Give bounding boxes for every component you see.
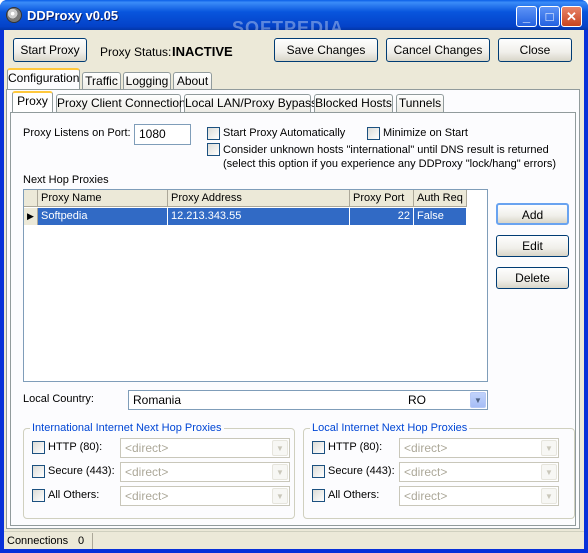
chevron-down-icon[interactable]: ▼ — [470, 392, 486, 408]
title-bar[interactable]: DDProxy v0.05 SOFTPEDIA _ □ ✕ — [0, 0, 588, 38]
local-others-label: All Others: — [328, 489, 380, 501]
proxy-status-label: Proxy Status: — [100, 45, 172, 59]
tab-about[interactable]: About — [173, 72, 212, 90]
tab-proxy-client-connections[interactable]: Proxy Client Connections — [56, 94, 192, 112]
chevron-down-icon[interactable]: ▼ — [272, 464, 288, 480]
intl-http-checkbox[interactable] — [32, 441, 45, 454]
local-http-select[interactable]: <direct> ▼ — [399, 438, 559, 458]
status-divider — [92, 533, 93, 549]
window-title: DDProxy v0.05 — [27, 8, 119, 23]
local-http-value: <direct> — [404, 441, 448, 455]
port-input[interactable]: 1080 — [134, 124, 191, 145]
local-secure-label: Secure (443): — [328, 465, 395, 477]
local-others-value: <direct> — [404, 489, 448, 503]
consider-note: (select this option if you experience an… — [223, 158, 557, 170]
grid-header-port[interactable]: Proxy Port — [350, 190, 414, 207]
grid-corner — [24, 190, 38, 207]
maximize-button[interactable]: □ — [539, 6, 560, 27]
grid-header-auth[interactable]: Auth Req — [414, 190, 467, 207]
local-others-select[interactable]: <direct> ▼ — [399, 486, 559, 506]
grid-cell-address[interactable]: 12.213.343.55 — [168, 208, 350, 225]
intl-others-value: <direct> — [125, 489, 169, 503]
connections-label: Connections — [7, 535, 69, 547]
grid-cell-name[interactable]: Softpedia — [38, 208, 168, 225]
local-secure-value: <direct> — [404, 465, 448, 479]
local-http-checkbox[interactable] — [312, 441, 325, 454]
edit-button[interactable]: Edit — [496, 235, 569, 257]
minimize-start-label: Minimize on Start — [383, 127, 468, 139]
country-select[interactable]: Romania RO ▼ — [128, 390, 488, 410]
next-hop-grid[interactable]: Proxy Name Proxy Address Proxy Port Auth… — [23, 189, 488, 382]
intl-group: International Internet Next Hop Proxies … — [23, 422, 295, 519]
proxy-status-value: INACTIVE — [172, 44, 233, 59]
local-group-title: Local Internet Next Hop Proxies — [310, 422, 470, 434]
consider-unknown-label: Consider unknown hosts "international" u… — [223, 144, 549, 156]
intl-http-label: HTTP (80): — [48, 441, 103, 453]
close-button[interactable]: Close — [498, 38, 572, 62]
grid-cell-port[interactable]: 22 — [350, 208, 414, 225]
intl-secure-value: <direct> — [125, 465, 169, 479]
tab-tunnels[interactable]: Tunnels — [396, 94, 444, 112]
minimize-start-checkbox[interactable] — [367, 127, 380, 140]
client-area: Start Proxy Proxy Status: INACTIVE Save … — [4, 30, 584, 549]
local-group: Local Internet Next Hop Proxies HTTP (80… — [303, 422, 575, 519]
minimize-button[interactable]: _ — [516, 6, 537, 27]
intl-others-label: All Others: — [48, 489, 100, 501]
tab-configuration[interactable]: Configuration — [7, 68, 80, 89]
row-selector-icon[interactable]: ▶ — [24, 208, 38, 225]
local-secure-checkbox[interactable] — [312, 465, 325, 478]
next-hop-label: Next Hop Proxies — [23, 174, 109, 186]
chevron-down-icon[interactable]: ▼ — [272, 440, 288, 456]
tab-logging[interactable]: Logging — [123, 72, 171, 90]
grid-cell-auth[interactable]: False — [414, 208, 467, 225]
intl-secure-checkbox[interactable] — [32, 465, 45, 478]
save-changes-button[interactable]: Save Changes — [274, 38, 378, 62]
grid-header-name[interactable]: Proxy Name — [38, 190, 168, 207]
country-label: Local Country: — [23, 393, 94, 405]
intl-secure-label: Secure (443): — [48, 465, 115, 477]
intl-secure-select[interactable]: <direct> ▼ — [120, 462, 290, 482]
configuration-panel: Proxy Proxy Client Connections Local LAN… — [6, 89, 580, 529]
start-proxy-button[interactable]: Start Proxy — [13, 38, 87, 62]
status-bar: Connections 0 — [4, 531, 584, 549]
chevron-down-icon[interactable]: ▼ — [541, 440, 557, 456]
port-label: Proxy Listens on Port: — [23, 127, 131, 139]
delete-button[interactable]: Delete — [496, 267, 569, 289]
local-secure-select[interactable]: <direct> ▼ — [399, 462, 559, 482]
tab-local-lan-bypass[interactable]: Local LAN/Proxy Bypass — [184, 94, 317, 112]
chevron-down-icon[interactable]: ▼ — [272, 488, 288, 504]
tab-proxy[interactable]: Proxy — [12, 91, 53, 112]
intl-http-value: <direct> — [125, 441, 169, 455]
local-others-checkbox[interactable] — [312, 489, 325, 502]
app-icon — [6, 7, 22, 23]
chevron-down-icon[interactable]: ▼ — [541, 464, 557, 480]
chevron-down-icon[interactable]: ▼ — [541, 488, 557, 504]
grid-header-address[interactable]: Proxy Address — [168, 190, 350, 207]
close-window-button[interactable]: ✕ — [561, 6, 582, 27]
start-auto-label: Start Proxy Automatically — [223, 127, 346, 139]
consider-unknown-checkbox[interactable] — [207, 143, 220, 156]
add-button[interactable]: Add — [496, 203, 569, 225]
intl-http-select[interactable]: <direct> ▼ — [120, 438, 290, 458]
cancel-changes-button[interactable]: Cancel Changes — [386, 38, 490, 62]
app-window: DDProxy v0.05 SOFTPEDIA _ □ ✕ Start Prox… — [0, 0, 588, 553]
proxy-panel: Proxy Listens on Port: 1080 Start Proxy … — [10, 112, 576, 526]
intl-others-checkbox[interactable] — [32, 489, 45, 502]
local-http-label: HTTP (80): — [328, 441, 383, 453]
intl-group-title: International Internet Next Hop Proxies — [30, 422, 224, 434]
intl-others-select[interactable]: <direct> ▼ — [120, 486, 290, 506]
country-code: RO — [408, 393, 426, 407]
start-auto-checkbox[interactable] — [207, 127, 220, 140]
country-value: Romania — [133, 393, 182, 407]
connections-count: 0 — [78, 535, 85, 547]
tab-blocked-hosts[interactable]: Blocked Hosts — [314, 94, 393, 112]
tab-traffic[interactable]: Traffic — [82, 72, 121, 90]
